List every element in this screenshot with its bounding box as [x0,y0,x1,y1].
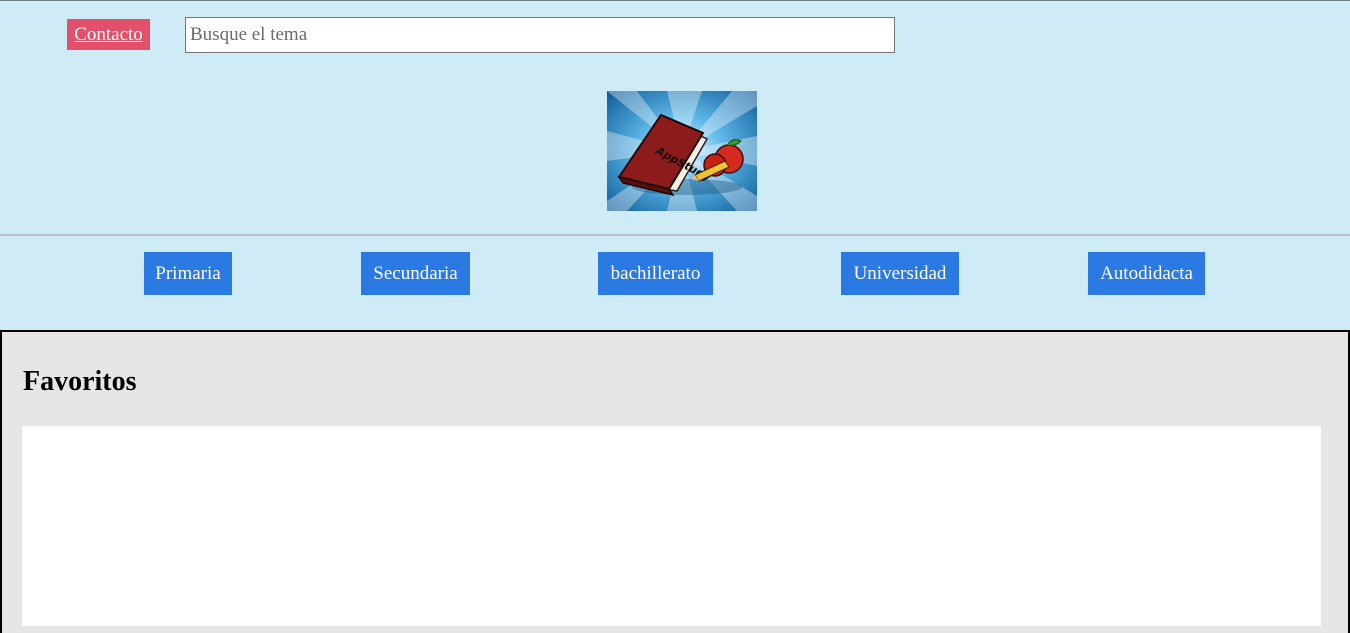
logo-image: AppStudy [607,91,757,211]
favorites-section: Favoritos [0,330,1350,633]
nav-universidad-button[interactable]: Universidad [841,252,959,295]
nav-primaria-button[interactable]: Primaria [144,252,232,295]
favorites-title: Favoritos [23,366,137,397]
book-apple-logo-icon: AppStudy [607,91,757,211]
level-nav: Primaria Secundaria bachillerato Univers… [0,238,1350,330]
search-input[interactable] [185,17,895,53]
nav-bachillerato-button[interactable]: bachillerato [598,252,713,295]
contact-link[interactable]: Contacto [67,19,150,50]
header: Contacto Busque el tema AppStudy [0,0,1350,236]
favorites-panel [22,426,1321,626]
nav-autodidacta-button[interactable]: Autodidacta [1088,252,1205,295]
nav-secundaria-button[interactable]: Secundaria [361,252,470,295]
